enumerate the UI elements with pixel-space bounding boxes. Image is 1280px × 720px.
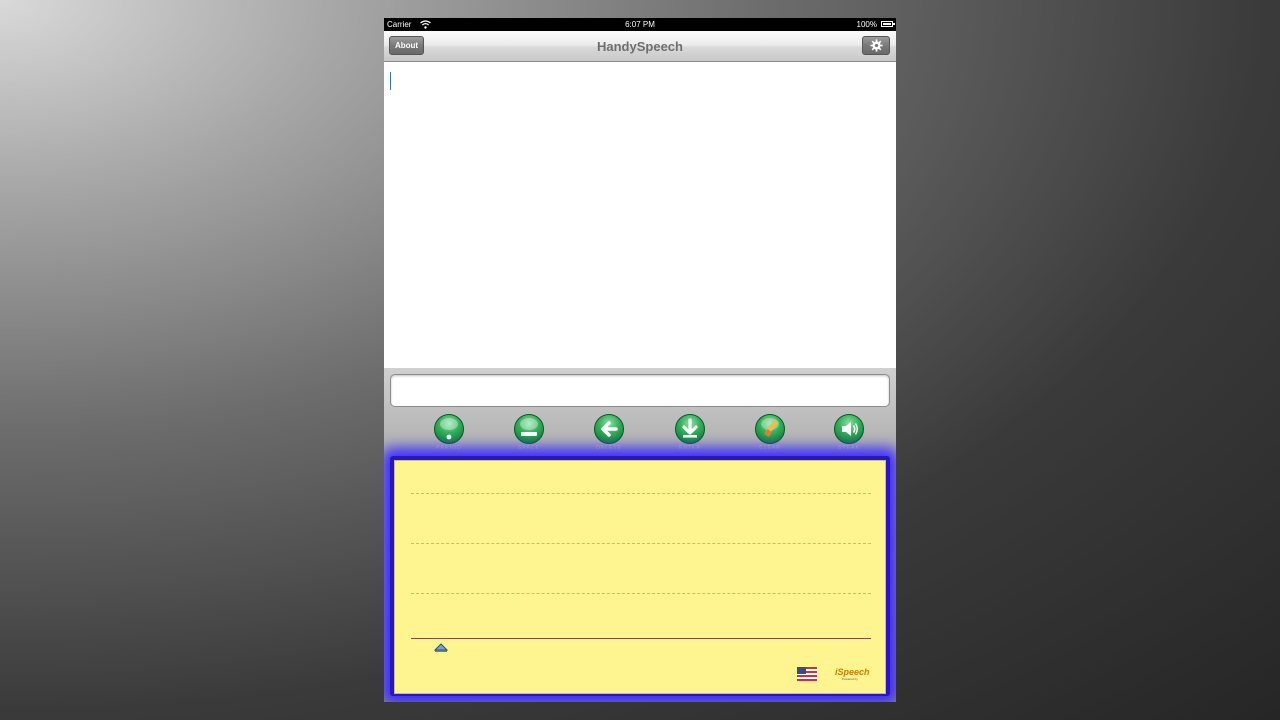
battery-icon xyxy=(881,21,895,27)
navigation-bar: HandySpeech About xyxy=(384,31,896,62)
period-label: PERIOD xyxy=(436,445,462,451)
recognized-text-field[interactable] xyxy=(390,374,890,407)
eraser-icon xyxy=(761,418,779,437)
speaker-icon xyxy=(842,422,858,436)
logo-subtext: Powered by xyxy=(842,677,858,681)
about-button[interactable]: About xyxy=(389,36,424,55)
status-bar: Carrier 6:07 PM 100% xyxy=(384,18,896,31)
clock: 6:07 PM xyxy=(625,20,655,29)
period-button[interactable]: PERIOD xyxy=(419,414,479,454)
delete-button[interactable]: DELETE xyxy=(579,414,639,454)
speak-label: SPEAK xyxy=(838,445,860,451)
speak-button[interactable]: SPEAK xyxy=(819,414,879,454)
back-arrow-icon xyxy=(601,421,618,437)
guide-line xyxy=(411,593,871,594)
down-arrow-icon xyxy=(682,418,698,438)
settings-button[interactable] xyxy=(862,36,890,55)
clear-button[interactable]: CLEAR xyxy=(740,414,800,454)
delete-label: DELETE xyxy=(596,445,622,451)
battery-percentage: 100% xyxy=(856,20,877,29)
guide-line xyxy=(411,493,871,494)
app-title: HandySpeech xyxy=(597,39,683,54)
space-button[interactable]: SPACE xyxy=(499,414,559,454)
ispeech-logo: iSpeech Powered by xyxy=(831,666,871,682)
enter-label: ENTER xyxy=(679,445,701,451)
ipad-screen: Carrier 6:07 PM 100% HandySpeech About P… xyxy=(384,18,896,702)
us-flag-icon[interactable] xyxy=(797,667,817,681)
enter-button[interactable]: ENTER xyxy=(660,414,720,454)
handwriting-pad[interactable]: iSpeech Powered by xyxy=(394,460,886,694)
main-text-area[interactable] xyxy=(384,62,896,368)
guide-line xyxy=(411,543,871,544)
baseline xyxy=(411,638,871,639)
gear-icon xyxy=(870,39,883,52)
space-label: SPACE xyxy=(518,445,540,451)
input-panel: PERIOD SPACE DELETE ENTER CLEAR SPEAK iS… xyxy=(384,368,896,702)
logo-text: iSpeech xyxy=(835,667,870,677)
baseline-marker-icon[interactable] xyxy=(434,643,448,652)
period-icon xyxy=(440,418,458,440)
text-cursor xyxy=(390,72,391,90)
clear-label: CLEAR xyxy=(759,445,781,451)
space-icon xyxy=(520,418,538,436)
